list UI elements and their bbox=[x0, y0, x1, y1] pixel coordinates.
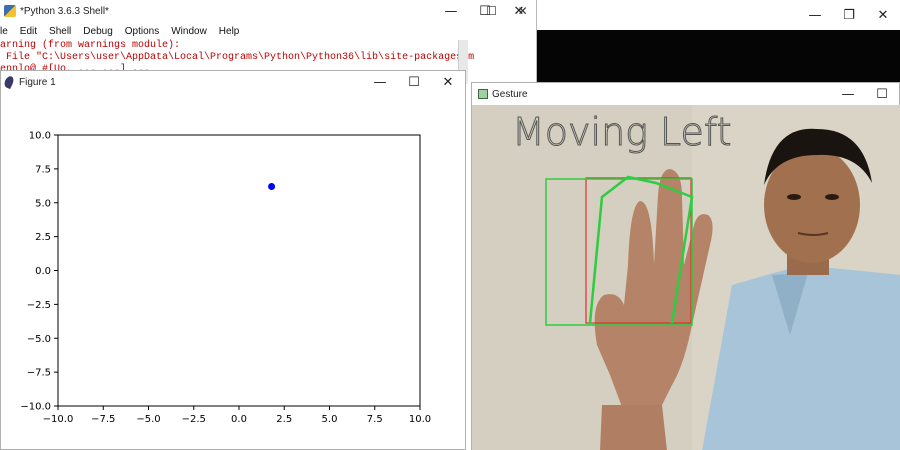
y-tick-label: 5.0 bbox=[35, 198, 51, 209]
maximize-icon[interactable]: ☐ bbox=[865, 84, 899, 104]
matplotlib-icon bbox=[2, 74, 16, 90]
y-tick-label: −2.5 bbox=[27, 300, 51, 311]
menu-file[interactable]: le bbox=[0, 26, 8, 37]
gesture-titlebar: Gesture — ☐ bbox=[472, 83, 899, 105]
close-icon[interactable]: ✕ bbox=[518, 4, 528, 18]
gesture-label: Moving Left bbox=[512, 110, 732, 154]
y-tick-label: −10.0 bbox=[20, 402, 51, 413]
close-icon[interactable]: ✕ bbox=[866, 5, 900, 25]
maximize-icon[interactable]: ☐ bbox=[486, 4, 497, 18]
x-tick-label: 7.5 bbox=[367, 414, 383, 425]
background-window: — ❐ ✕ bbox=[530, 0, 900, 82]
restore-icon[interactable]: ❐ bbox=[832, 5, 866, 25]
minimize-icon[interactable]: — bbox=[798, 5, 832, 25]
window-icon bbox=[478, 89, 488, 99]
python-icon bbox=[4, 5, 16, 17]
x-tick-label: 2.5 bbox=[276, 414, 292, 425]
maximize-icon[interactable]: ☐ bbox=[397, 72, 431, 92]
y-tick-label: −7.5 bbox=[27, 368, 51, 379]
plot-canvas[interactable]: −10.0 −7.5 −5.0 −2.5 0.0 2.5 5.0 7.5 10.0 10.0 7.5… bbox=[1, 93, 465, 449]
camera-frame: Moving Left bbox=[472, 105, 900, 450]
camera-feed: Moving Left bbox=[472, 105, 900, 450]
scatter-chart: −10.0 −7.5 −5.0 −2.5 0.0 2.5 5.0 7.5 10.0 10.0 7.5… bbox=[20, 131, 431, 426]
y-tick-label: 2.5 bbox=[35, 232, 51, 243]
background-window-content bbox=[530, 30, 900, 82]
shell-output-line: File "C:\Users\user\AppData\Local\Progra… bbox=[0, 52, 475, 63]
y-tick-label: 10.0 bbox=[29, 131, 51, 142]
figure-titlebar: Figure 1 — ☐ ✕ bbox=[1, 71, 465, 93]
data-point bbox=[268, 182, 276, 190]
x-tick-label: −10.0 bbox=[43, 414, 74, 425]
x-tick-label: −2.5 bbox=[182, 414, 206, 425]
gesture-window: Gesture — ☐ Moving Left bbox=[471, 82, 900, 450]
figure-window: Figure 1 — ☐ ✕ −10.0 −7.5 −5.0 −2.5 0.0 2.5 5.… bbox=[0, 70, 466, 450]
background-window-titlebar: — ❐ ✕ bbox=[530, 0, 900, 30]
shell-title: *Python 3.6.3 Shell* bbox=[20, 5, 109, 17]
menu-window[interactable]: Window bbox=[171, 26, 207, 37]
x-tick-label: −7.5 bbox=[91, 414, 115, 425]
menu-options[interactable]: Options bbox=[125, 26, 159, 37]
shell-output-line: arning (from warnings module): bbox=[0, 40, 181, 51]
y-tick-label: 7.5 bbox=[35, 164, 51, 175]
second-window-titlebar: ☐ ✕ bbox=[476, 0, 538, 22]
minimize-icon[interactable]: — bbox=[363, 72, 397, 92]
menu-help[interactable]: Help bbox=[219, 26, 240, 37]
shell-menubar: le Edit Shell Debug Options Window Help bbox=[0, 22, 536, 40]
close-icon[interactable]: ✕ bbox=[431, 72, 465, 92]
minimize-icon[interactable]: — bbox=[434, 1, 468, 21]
minimize-icon[interactable]: — bbox=[831, 84, 865, 104]
desktop: — ❐ ✕ *Python 3.6.3 Shell* — ☐ ✕ le Edit… bbox=[0, 0, 900, 450]
x-tick-label: 10.0 bbox=[409, 414, 431, 425]
x-tick-label: 5.0 bbox=[322, 414, 338, 425]
x-tick-label: −5.0 bbox=[136, 414, 160, 425]
plot-frame bbox=[57, 134, 421, 407]
menu-debug[interactable]: Debug bbox=[83, 26, 112, 37]
menu-edit[interactable]: Edit bbox=[20, 26, 37, 37]
x-tick-label: 0.0 bbox=[231, 414, 247, 425]
shell-titlebar: *Python 3.6.3 Shell* — ☐ ✕ bbox=[0, 0, 536, 22]
y-tick-label: 0.0 bbox=[35, 266, 51, 277]
gesture-title: Gesture bbox=[492, 88, 528, 100]
menu-shell[interactable]: Shell bbox=[49, 26, 71, 37]
figure-title: Figure 1 bbox=[19, 76, 56, 88]
y-tick-label: −5.0 bbox=[27, 334, 51, 345]
